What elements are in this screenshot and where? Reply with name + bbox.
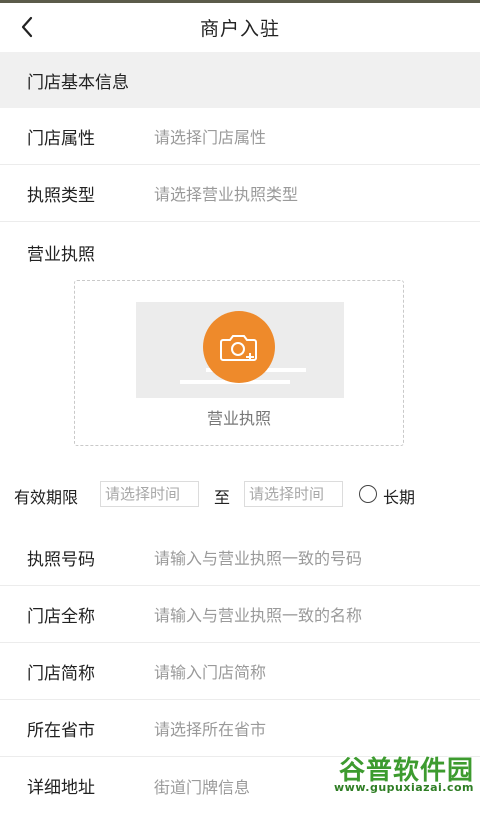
camera-add-button[interactable] [203,311,275,383]
validity-row: 有效期限 请选择时间 至 请选择时间 长期 [0,470,480,518]
address-input[interactable]: 街道门牌信息 [154,774,250,798]
header-bar: 商户入驻 [0,3,480,52]
store-attribute-label: 门店属性 [27,124,95,149]
start-date-input[interactable]: 请选择时间 [100,481,199,507]
upload-caption: 营业执照 [75,405,403,429]
license-number-input[interactable]: 请输入与营业执照一致的号码 [154,545,362,569]
store-attribute-select[interactable]: 请选择门店属性 [154,124,266,148]
validity-label: 有效期限 [14,484,78,508]
license-number-row[interactable]: 执照号码 请输入与营业执照一致的号码 [0,529,480,586]
address-label: 详细地址 [27,773,95,798]
store-attribute-row[interactable]: 门店属性 请选择门店属性 [0,108,480,165]
long-term-radio[interactable] [359,485,377,503]
store-short-name-row[interactable]: 门店简称 请输入门店简称 [0,643,480,700]
chevron-left-icon [20,16,34,38]
site-watermark: 谷普软件园 www.gupuxiazai.com [324,750,474,796]
page-title: 商户入驻 [200,14,280,41]
province-city-label: 所在省市 [27,716,95,741]
business-license-label: 营业执照 [27,240,95,265]
store-short-name-label: 门店简称 [27,659,95,684]
store-short-name-input[interactable]: 请输入门店简称 [154,659,266,683]
back-button[interactable] [12,11,42,43]
long-term-label[interactable]: 长期 [383,484,415,508]
store-full-name-row[interactable]: 门店全称 请输入与营业执照一致的名称 [0,586,480,643]
license-number-label: 执照号码 [27,545,95,570]
section-title: 门店基本信息 [27,68,129,93]
section-header: 门店基本信息 [0,52,480,108]
license-upload-area[interactable]: 营业执照 [74,280,404,446]
store-full-name-input[interactable]: 请输入与营业执照一致的名称 [154,602,362,626]
camera-add-icon [219,331,259,363]
to-label: 至 [214,484,230,508]
province-city-row[interactable]: 所在省市 请选择所在省市 [0,700,480,757]
license-type-row[interactable]: 执照类型 请选择营业执照类型 [0,165,480,222]
end-date-input[interactable]: 请选择时间 [244,481,343,507]
store-full-name-label: 门店全称 [27,602,95,627]
province-city-select[interactable]: 请选择所在省市 [154,716,266,740]
license-type-select[interactable]: 请选择营业执照类型 [154,181,298,205]
license-type-label: 执照类型 [27,181,95,206]
watermark-url: www.gupuxiazai.com [334,781,474,794]
